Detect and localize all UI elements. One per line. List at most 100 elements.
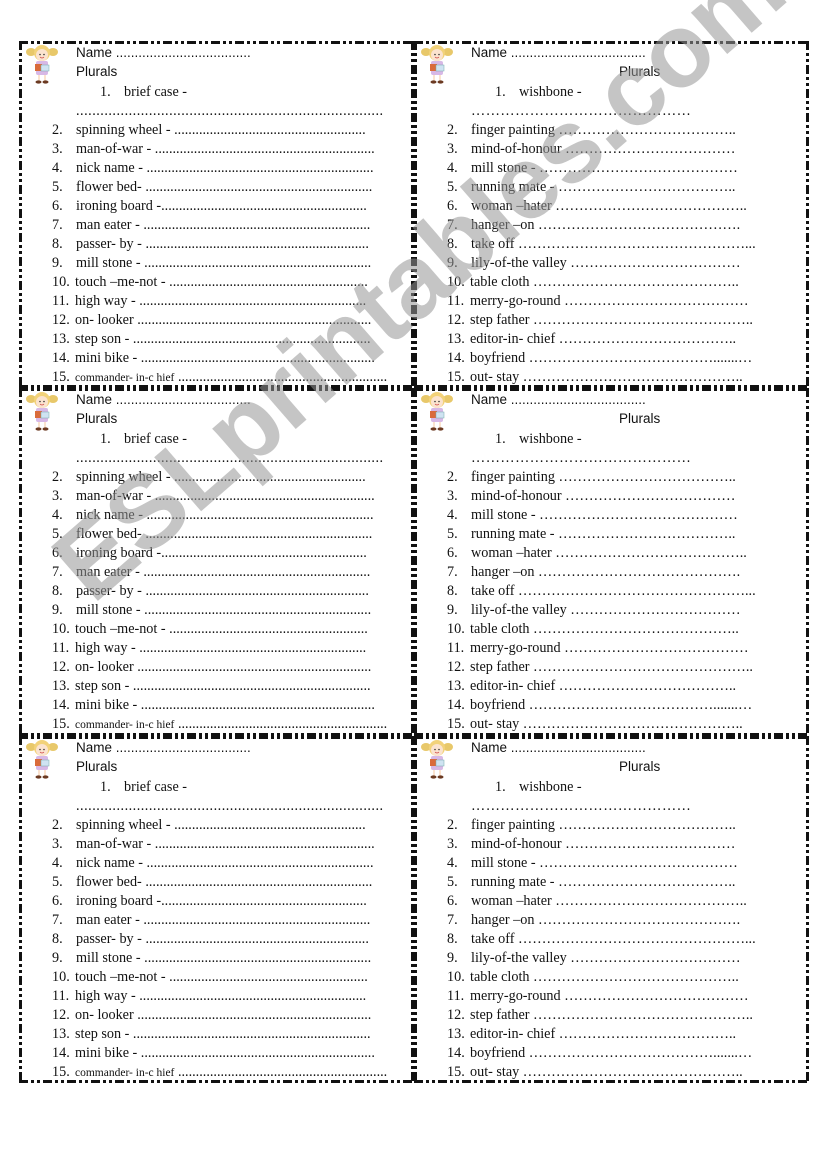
list-item[interactable]: 4. mill stone - …………………………………… [414,506,809,525]
list-item[interactable]: ........................................… [19,797,414,816]
list-item[interactable]: 3. mind-of-honour ……………………………… [414,140,809,159]
list-item[interactable]: 11. merry-go-round ………………………………… [414,639,809,658]
list-item[interactable]: 5. flower bed- ..........................… [19,873,414,892]
list-item[interactable]: 11. merry-go-round ………………………………… [414,987,809,1006]
list-item[interactable]: 9. lily-of-the valley ……………………………… [414,254,809,273]
list-item[interactable]: 10. table cloth …………………………………….. [414,620,809,639]
list-item[interactable]: 11. high way - ..........................… [19,292,414,311]
list-item[interactable]: 6. woman –hater ………………………………….. [414,544,809,563]
list-item[interactable]: 13. step son - ..........................… [19,330,414,349]
list-item[interactable]: 12. on- looker ..........................… [19,1006,414,1025]
list-item[interactable]: 14. mini bike - .........................… [19,349,414,368]
list-item[interactable]: 12. step father ……………………………………….. [414,658,809,677]
list-item[interactable]: 5. running mate - ……………………………….. [414,873,809,892]
list-item[interactable]: 1. brief case - [19,430,414,449]
list-item[interactable]: 14. boyfriend ………………………………….......… [414,696,809,715]
list-item[interactable]: 2. spinning wheel - .....................… [19,816,414,835]
list-item[interactable]: 2. finger painting ……………………………….. [414,121,809,140]
list-item[interactable]: 10. touch –me-not - .....................… [19,620,414,639]
list-item[interactable]: 10. touch –me-not - .....................… [19,968,414,987]
name-field[interactable]: Name ...................................… [76,392,251,407]
list-item[interactable]: 1. brief case - [19,83,414,102]
list-item[interactable]: 1. wishbone - [414,83,809,102]
list-item[interactable]: 8. take off …………………………………………... [414,235,809,254]
list-item[interactable]: 12. step father ……………………………………….. [414,311,809,330]
list-item[interactable]: 15. commander- in-c hief ................… [19,1063,414,1082]
list-item[interactable]: 6. woman –hater ………………………………….. [414,892,809,911]
list-item[interactable]: ……………………………………… [414,102,809,121]
list-item[interactable]: 15. out- stay ……………………………………….. [414,1063,809,1082]
list-item[interactable]: 9. mill stone - .........................… [19,254,414,273]
list-item[interactable]: 9. mill stone - .........................… [19,601,414,620]
name-field[interactable]: Name ...................................… [471,740,646,755]
list-item[interactable]: 9. lily-of-the valley ……………………………… [414,949,809,968]
list-item[interactable]: 14. boyfriend ………………………………….......… [414,349,809,368]
list-item[interactable]: 7. hanger –on ……………………………………. [414,563,809,582]
list-item[interactable]: 8. take off …………………………………………... [414,930,809,949]
list-item[interactable]: 10. table cloth …………………………………….. [414,273,809,292]
list-item[interactable]: 2. spinning wheel - .....................… [19,121,414,140]
list-item[interactable]: 3. mind-of-honour ……………………………… [414,487,809,506]
list-item[interactable]: ........................................… [19,449,414,468]
list-item[interactable]: 15. commander- in-c hief ................… [19,715,414,734]
list-item[interactable]: ........................................… [19,102,414,121]
list-item[interactable]: 11. merry-go-round ………………………………… [414,292,809,311]
list-item[interactable]: 9. mill stone - .........................… [19,949,414,968]
list-item[interactable]: 5. running mate - ……………………………….. [414,178,809,197]
list-item[interactable]: 15. out- stay ……………………………………….. [414,368,809,387]
list-item[interactable]: 7. man eater - ..........................… [19,216,414,235]
list-item[interactable]: 15. commander- in-c hief ................… [19,368,414,387]
list-item[interactable]: 5. flower bed- ..........................… [19,178,414,197]
list-item[interactable]: 12. on- looker ..........................… [19,658,414,677]
list-item[interactable]: ……………………………………… [414,449,809,468]
list-item[interactable]: 8. take off …………………………………………... [414,582,809,601]
list-item[interactable]: 5. flower bed- ..........................… [19,525,414,544]
list-item[interactable]: 6. ironing board -.......................… [19,197,414,216]
list-item[interactable]: 6. woman –hater ………………………………….. [414,197,809,216]
list-item[interactable]: 4. mill stone - …………………………………… [414,159,809,178]
list-item[interactable]: 3. man-of-war - .........................… [19,487,414,506]
list-item[interactable]: 4. nick name - ..........................… [19,506,414,525]
list-item[interactable]: 14. mini bike - .........................… [19,1044,414,1063]
list-item[interactable]: 13. step son - ..........................… [19,677,414,696]
list-item[interactable]: 1. wishbone - [414,430,809,449]
list-item[interactable]: 4. mill stone - …………………………………… [414,854,809,873]
list-item[interactable]: ……………………………………… [414,797,809,816]
list-item[interactable]: 14. mini bike - .........................… [19,696,414,715]
list-item[interactable]: 11. high way - ..........................… [19,987,414,1006]
list-item[interactable]: 7. hanger –on ……………………………………. [414,911,809,930]
list-item[interactable]: 6. ironing board -.......................… [19,544,414,563]
list-item[interactable]: 1. wishbone - [414,778,809,797]
list-item[interactable]: 4. nick name - ..........................… [19,854,414,873]
list-item[interactable]: 3. man-of-war - .........................… [19,835,414,854]
list-item[interactable]: 5. running mate - ……………………………….. [414,525,809,544]
list-item[interactable]: 10. table cloth …………………………………….. [414,968,809,987]
list-item[interactable]: 13. editor-in- chief ……………………………….. [414,330,809,349]
list-item[interactable]: 8. passer- by - .........................… [19,235,414,254]
list-item[interactable]: 13. editor-in- chief ……………………………….. [414,677,809,696]
name-field[interactable]: Name ...................................… [76,740,251,755]
list-item[interactable]: 6. ironing board -.......................… [19,892,414,911]
name-field[interactable]: Name ...................................… [471,392,646,407]
list-item[interactable]: 13. step son - ..........................… [19,1025,414,1044]
list-item[interactable]: 10. touch –me-not - .....................… [19,273,414,292]
list-item[interactable]: 8. passer- by - .........................… [19,930,414,949]
name-field[interactable]: Name ...................................… [471,45,646,60]
list-item[interactable]: 9. lily-of-the valley ……………………………… [414,601,809,620]
list-item[interactable]: 7. hanger –on ……………………………………. [414,216,809,235]
list-item[interactable]: 4. nick name - ..........................… [19,159,414,178]
list-item[interactable]: 15. out- stay ……………………………………….. [414,715,809,734]
name-field[interactable]: Name ...................................… [76,45,251,60]
list-item[interactable]: 7. man eater - ..........................… [19,563,414,582]
list-item[interactable]: 3. man-of-war - .........................… [19,140,414,159]
list-item[interactable]: 7. man eater - ..........................… [19,911,414,930]
list-item[interactable]: 14. boyfriend ………………………………….......… [414,1044,809,1063]
list-item[interactable]: 2. finger painting ……………………………….. [414,468,809,487]
list-item[interactable]: 12. on- looker ..........................… [19,311,414,330]
list-item[interactable]: 2. spinning wheel - .....................… [19,468,414,487]
list-item[interactable]: 2. finger painting ……………………………….. [414,816,809,835]
list-item[interactable]: 1. brief case - [19,778,414,797]
list-item[interactable]: 3. mind-of-honour ……………………………… [414,835,809,854]
list-item[interactable]: 13. editor-in- chief ……………………………….. [414,1025,809,1044]
list-item[interactable]: 8. passer- by - .........................… [19,582,414,601]
